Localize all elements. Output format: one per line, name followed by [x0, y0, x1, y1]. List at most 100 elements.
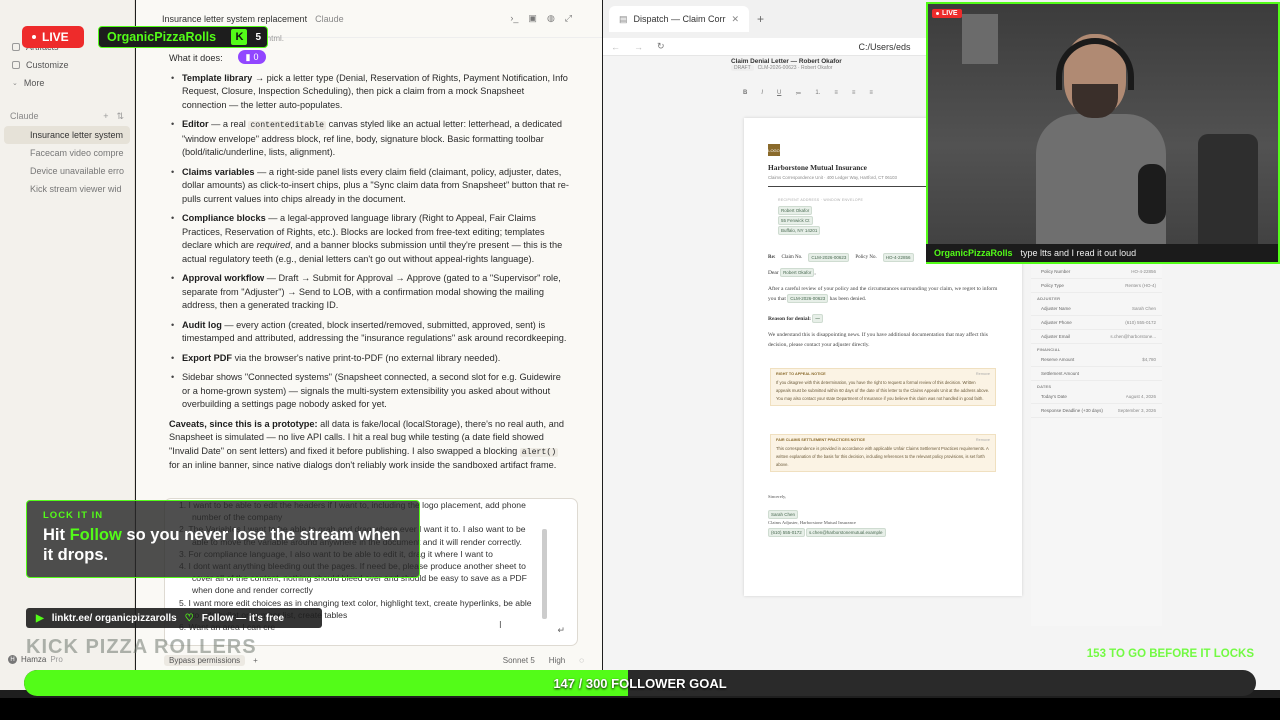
variable-chip[interactable]: Sarah Chen: [768, 510, 799, 519]
list-item: Editor — a real contenteditable canvas s…: [169, 118, 569, 160]
remove-block-button[interactable]: Remove: [976, 438, 990, 442]
variable-row[interactable]: Adjuster Email s.chen@harborstone...: [1031, 330, 1162, 344]
signature-name: Sarah Chen: [768, 510, 799, 519]
variable-row[interactable]: Today's Date August 4, 2026: [1031, 390, 1162, 404]
back-icon[interactable]: ←: [611, 42, 620, 52]
sidebar-item-customize[interactable]: Customize: [0, 56, 134, 74]
document-header: Claim Denial Letter — Robert Okafor DRAF…: [731, 58, 921, 84]
browser-tab[interactable]: ▤ Dispatch — Claim Corr ✕: [609, 6, 749, 32]
close-icon[interactable]: ✕: [732, 14, 740, 25]
composer-scrollbar[interactable]: [542, 529, 547, 619]
screen: Artifacts Customize ⌄More Claude +⇅ Insu…: [0, 0, 1280, 720]
variable-row[interactable]: Response Deadline (+30 days) September 3,…: [1031, 404, 1162, 418]
variable-row[interactable]: Adjuster Phone (610) 555-0172: [1031, 316, 1162, 330]
variable-row[interactable]: Reserve Amount $4,780: [1031, 353, 1162, 367]
assistant-message: What it does: Template library → pick a …: [169, 52, 569, 479]
globe-icon[interactable]: ◍: [547, 13, 555, 24]
variable-chip[interactable]: s.chen@harborstonemutual.example: [805, 528, 886, 537]
body-paragraph[interactable]: After a careful review of your policy an…: [768, 284, 998, 304]
sidebar-chat-item[interactable]: Kick stream viewer wid: [4, 180, 130, 198]
chat-title-badge: Claude: [315, 13, 344, 24]
variable-chip[interactable]: HO-4-22856: [882, 253, 914, 262]
compliance-block[interactable]: RIGHT TO APPEAL NOTICE Remove If you disa…: [770, 368, 996, 407]
maximize-icon[interactable]: ⤢: [565, 13, 572, 24]
formatting-toolbar: B I U ≔ 1. ≡ ≡ ≡: [731, 86, 927, 100]
variable-row[interactable]: Policy Type Renters (HO-4): [1031, 279, 1162, 293]
company-name: Harborstone Mutual Insurance: [768, 163, 867, 172]
company-address: Claims Correspondence Unit · 400 Ledger …: [768, 175, 897, 180]
claims-variables-panel: Loss TypeTheft Claim StatusOpen POLICY P…: [1031, 228, 1162, 626]
sidebar-item-more[interactable]: ⌄ More: [0, 74, 134, 92]
compliance-block[interactable]: FAIR CLAIMS SETTLEMENT PRACTICES NOTICE R…: [770, 434, 996, 473]
filter-icon[interactable]: ⇅: [116, 111, 124, 122]
follower-goal-bar: 147 / 300 FOLLOWER GOAL: [24, 670, 1256, 696]
follow-free-text: Follow — it's free: [201, 612, 285, 624]
numbered-list-button[interactable]: 1.: [815, 90, 820, 96]
chevron-down-icon: ⌄: [12, 80, 18, 87]
variable-chip[interactable]: Robert Okafor: [778, 206, 813, 215]
live-dot-icon: [936, 12, 939, 15]
italic-button[interactable]: I: [761, 90, 763, 96]
goal-text: 147 / 300 FOLLOWER GOAL: [553, 675, 727, 691]
section-label: DATES: [1037, 384, 1052, 389]
salutation: Dear Robert Okafor,: [768, 268, 816, 277]
variable-chip[interactable]: CLM-2026-00623: [787, 294, 829, 303]
section-label: ADJUSTER: [1037, 296, 1061, 301]
variable-chip[interactable]: CLM-2026-00623: [808, 253, 850, 262]
reload-icon[interactable]: ↻: [657, 41, 665, 52]
streamer-name-badge: OrganicPizzaRolls K 5: [98, 26, 268, 48]
document-ref: CLM-2026-00623 · Robert Okafor: [757, 65, 833, 71]
align-left-button[interactable]: ≡: [834, 90, 838, 96]
list-item: Approval workflow — Draft → Submit for A…: [169, 272, 569, 313]
model-selector[interactable]: Sonnet 5: [503, 656, 535, 665]
signature-title: Claims Adjuster, Harborstone Mutual Insu…: [768, 520, 856, 525]
variable-row[interactable]: Adjuster Name Sarah Chen: [1031, 302, 1162, 316]
claude-sidebar: Artifacts Customize ⌄More Claude +⇅ Insu…: [0, 0, 135, 690]
variable-chip[interactable]: (610) 555-0172: [768, 528, 805, 537]
twitch-badge: ▮ 0: [238, 50, 266, 64]
remove-block-button[interactable]: Remove: [976, 372, 990, 376]
link-text: linktr.ee/ organicpizzarolls: [51, 612, 177, 624]
live-badge: LIVE: [22, 26, 84, 48]
sidebar-chat-item[interactable]: Facecam video compre: [4, 144, 130, 162]
enter-icon[interactable]: ↵: [557, 625, 565, 636]
webcam-caption: OrganicPizzaRolls type ltts and I read i…: [926, 244, 1278, 262]
reference-line: Re: Claim No. CLM-2026-00623 Policy No. …: [768, 253, 914, 262]
sidebar-chat-item[interactable]: Device unavailable erro: [4, 162, 130, 180]
sidebar-section-label: Claude: [10, 111, 39, 121]
panel-section: ADJUSTER Adjuster Name Sarah Chen Adjuste…: [1031, 293, 1162, 344]
chat-title[interactable]: Insurance letter system replacement: [162, 14, 307, 24]
cam-streamer-name: OrganicPizzaRolls: [934, 248, 1013, 258]
webcam-feed: LIVE: [926, 2, 1280, 264]
terminal-icon[interactable]: ›_: [510, 13, 518, 24]
align-center-button[interactable]: ≡: [852, 90, 856, 96]
align-right-button[interactable]: ≡: [869, 90, 873, 96]
body-paragraph[interactable]: We understand this is disappointing news…: [768, 330, 998, 350]
avatar: H: [8, 655, 17, 664]
new-tab-button[interactable]: +: [757, 12, 764, 26]
variable-row[interactable]: Policy Number HO-4-22856: [1031, 265, 1162, 279]
variable-chip[interactable]: 55 Fenwick Ct: [778, 216, 813, 225]
spinner-icon: ◌: [579, 655, 584, 665]
bullet-list-button[interactable]: ≔: [795, 90, 801, 97]
twitch-count: 0: [253, 52, 259, 62]
variable-chip[interactable]: —: [812, 314, 823, 323]
forward-icon[interactable]: →: [634, 42, 643, 52]
status-badge: DRAFT: [731, 65, 754, 71]
tab-title: Dispatch — Claim Corr: [633, 14, 726, 24]
variable-row[interactable]: Settlement Amount: [1031, 367, 1162, 381]
sidebar-chat-item[interactable]: Insurance letter system: [4, 126, 130, 144]
list-item: Export PDF via the browser's native prin…: [169, 352, 569, 366]
variable-chip[interactable]: Robert Okafor: [780, 268, 815, 277]
panel-icon[interactable]: ▣: [528, 13, 537, 24]
streamer-figure: [1036, 34, 1166, 262]
effort-selector[interactable]: High: [549, 656, 565, 665]
panel-section: FINANCIAL Reserve Amount $4,780 Settlemen…: [1031, 344, 1162, 381]
plus-icon[interactable]: +: [103, 111, 108, 122]
play-icon: ▶: [36, 612, 44, 624]
variable-chip[interactable]: Buffalo, NY 14201: [778, 226, 821, 235]
underline-button[interactable]: U: [777, 90, 781, 96]
company-logo[interactable]: LOGO: [768, 144, 780, 156]
bold-button[interactable]: B: [743, 90, 747, 96]
url-field[interactable]: C:/Users/eds: [859, 42, 911, 52]
